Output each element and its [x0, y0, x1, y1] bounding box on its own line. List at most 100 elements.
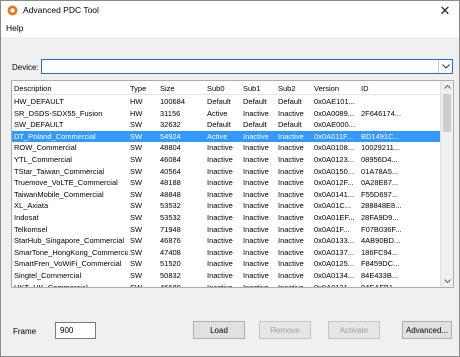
column-header-size[interactable]: Size — [160, 84, 204, 93]
cell-description: StarHub_Singapore_Commercial — [14, 236, 125, 246]
cell-size: 31156 — [160, 108, 181, 118]
cell-type: SW — [130, 120, 143, 130]
table-row[interactable]: SW_DEFAULT SW 32632 Default Default Default 0x… — [12, 119, 441, 131]
cell-sub1: Default — [243, 120, 267, 130]
cell-sub1: Inactive — [243, 189, 269, 199]
column-header-type[interactable]: Type — [130, 84, 158, 93]
cell-sub0: Inactive — [207, 178, 233, 188]
cell-sub1: Inactive — [243, 154, 269, 164]
table-row[interactable]: DT_Poland_Commercial SW 54924 Active Inactiv… — [12, 130, 441, 143]
table-row[interactable]: YTL_Commercial SW 46084 Inactive Inactive Ina… — [12, 154, 441, 166]
column-header-sub2[interactable]: Sub2 — [278, 84, 312, 93]
cell-description: Truemove_VoLTE_Commercial — [14, 178, 118, 188]
cell-sub1: Inactive — [243, 247, 269, 257]
cell-type: SW — [130, 201, 143, 211]
cell-sub2: Inactive — [278, 259, 304, 269]
table-body: HW_DEFAULT HW 100684 Default Default Default 0… — [12, 96, 441, 288]
load-button[interactable]: Load — [193, 321, 245, 339]
menu-help[interactable]: Help — [6, 23, 23, 33]
table-row[interactable]: Indosat SW 53532 Inactive Inactive Inactive 0x… — [12, 212, 441, 224]
activate-button[interactable]: Activate — [328, 321, 380, 339]
main-window: Advanced PDC Tool ✕ Help Device: Descrip… — [0, 0, 460, 357]
table-row[interactable]: TStar_Taiwan_Commercial SW 40564 Inactive In… — [12, 166, 441, 178]
cell-version: 0x0A01C... — [314, 201, 352, 211]
cell-type: HW — [130, 108, 143, 118]
vertical-scrollbar[interactable] — [440, 81, 453, 287]
cell-id: 84E433B... — [361, 270, 399, 280]
table-row[interactable]: Singtel_Commercial SW 50832 Inactive Inactiv… — [12, 270, 441, 282]
close-icon[interactable]: ✕ — [440, 3, 451, 19]
cell-size: 50832 — [160, 270, 181, 280]
remove-button[interactable]: Remove — [259, 321, 311, 339]
cell-sub2: Inactive — [278, 166, 304, 176]
cell-size: 51520 — [160, 259, 181, 269]
scroll-up-button[interactable] — [441, 81, 453, 93]
cell-description: TaiwanMobile_Commercial — [14, 189, 104, 199]
close-button[interactable]: ✕ — [431, 1, 459, 20]
cell-version: 0x0A0133... — [314, 236, 355, 246]
cell-version: 0x0A012F... — [314, 178, 354, 188]
cell-description: SmarTone_HongKong_Commercial — [14, 247, 128, 257]
column-header-id[interactable]: ID — [361, 84, 440, 93]
cell-type: SW — [130, 270, 143, 280]
column-header-sub1[interactable]: Sub1 — [243, 84, 277, 93]
column-header-version[interactable]: Version — [314, 84, 360, 93]
column-header-sub0[interactable]: Sub0 — [207, 84, 241, 93]
cell-id: F07B036F... — [361, 224, 402, 234]
table-row[interactable]: ROW_Commercial SW 48804 Inactive Inactive Ina… — [12, 142, 441, 154]
cell-sub2: Inactive — [278, 189, 304, 199]
cell-size: 48848 — [160, 189, 181, 199]
table-row[interactable]: SmartFren_VoWiFi_Commercial SW 51520 Inacti… — [12, 258, 441, 270]
table-row[interactable]: Telkomsel SW 71948 Inactive Inactive Inactive… — [12, 224, 441, 236]
dropdown-arrow-button[interactable] — [438, 60, 452, 73]
cell-size: 48804 — [160, 143, 181, 153]
cell-sub0: Inactive — [207, 282, 233, 288]
menu-bar: Help — [1, 20, 459, 37]
cell-sub1: Inactive — [243, 108, 269, 118]
cell-sub0: Inactive — [207, 189, 233, 199]
scrollbar-thumb[interactable] — [443, 94, 451, 132]
cell-sub1: Inactive — [243, 212, 269, 222]
cell-sub0: Default — [207, 97, 231, 106]
scroll-down-button[interactable] — [441, 275, 453, 287]
frame-input[interactable]: 900 — [55, 322, 96, 339]
cell-id: 186FC94... — [361, 247, 399, 257]
column-header-description[interactable]: Description — [14, 84, 128, 93]
cell-size: 32632 — [160, 120, 181, 130]
table-row[interactable]: HKT_HK_Commercial SW 46680 Inactive Inactive… — [12, 282, 441, 288]
cell-description: Telkomsel — [14, 224, 48, 234]
table-row[interactable]: XL_Axiata SW 53532 Inactive Inactive Inactive… — [12, 200, 441, 212]
cell-type: SW — [130, 178, 143, 188]
cell-size: 100684 — [160, 97, 186, 106]
table-row[interactable]: TaiwanMobile_Commercial SW 48848 Inactive In… — [12, 189, 441, 201]
cell-id: F8459DC... — [361, 259, 400, 269]
cell-size: 71948 — [160, 224, 181, 234]
cell-description: SW_DEFAULT — [14, 120, 64, 130]
table-row[interactable]: SmarTone_HongKong_Commercial SW 47408 Inact… — [12, 247, 441, 259]
cell-sub2: Inactive — [278, 282, 304, 288]
cell-description: TStar_Taiwan_Commercial — [14, 166, 105, 176]
cell-type: SW — [130, 189, 143, 199]
cell-id: 01A78A5... — [361, 166, 399, 176]
table-row[interactable]: HW_DEFAULT HW 100684 Default Default Default 0… — [12, 96, 441, 108]
app-logo-icon — [7, 5, 18, 16]
cell-sub1: Inactive — [243, 178, 269, 188]
frame-label: Frame — [13, 327, 37, 336]
cell-description: DT_Poland_Commercial — [14, 131, 96, 141]
cell-version: 0x0A0150... — [314, 166, 355, 176]
chevron-down-icon — [441, 64, 450, 69]
device-dropdown[interactable] — [41, 59, 453, 74]
pdc-list-table[interactable]: Description Type Size Sub0 Sub1 Sub2 Ver… — [11, 80, 454, 288]
cell-id: 2F646174... — [361, 108, 402, 118]
table-row[interactable]: Truemove_VoLTE_Commercial SW 48188 Inactive… — [12, 177, 441, 189]
advanced-button[interactable]: Advanced... — [402, 321, 452, 339]
cell-type: SW — [130, 224, 143, 234]
title-bar[interactable]: Advanced PDC Tool ✕ — [1, 1, 459, 20]
table-row[interactable]: SR_DSDS-SDX55_Fusion HW 31156 Active Inactiv… — [12, 108, 441, 120]
cell-sub0: Default — [207, 120, 231, 130]
cell-sub0: Active — [207, 131, 228, 141]
cell-sub1: Inactive — [243, 131, 269, 141]
cell-id: 4AB90BD... — [361, 236, 401, 246]
table-row[interactable]: StarHub_Singapore_Commercial SW 46876 Inact… — [12, 235, 441, 247]
cell-type: SW — [130, 247, 143, 257]
